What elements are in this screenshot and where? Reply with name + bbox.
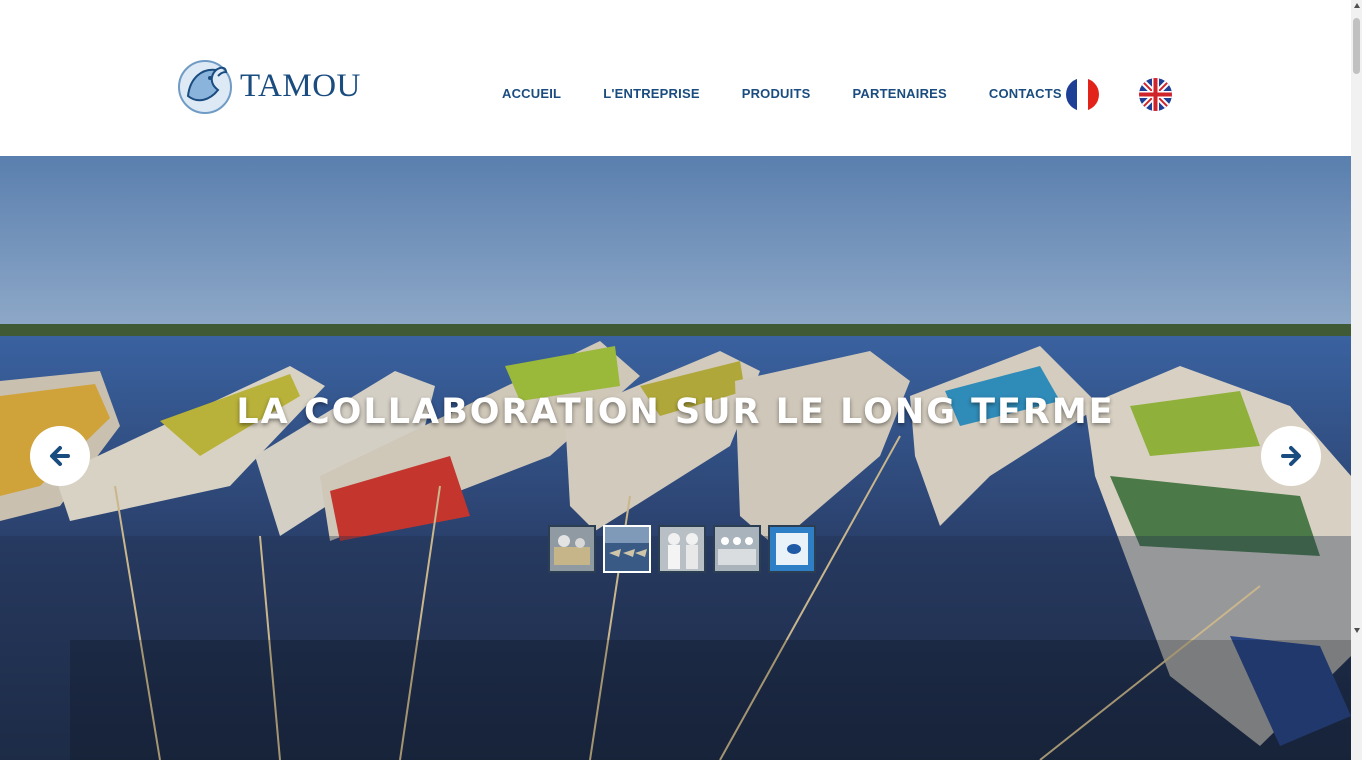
next-slide-button[interactable]	[1261, 426, 1321, 486]
thumbnail-1[interactable]	[548, 525, 596, 573]
prev-slide-button[interactable]	[30, 426, 90, 486]
fish-logo-icon	[178, 60, 232, 114]
main-nav: ACCUEIL L'ENTREPRISE PRODUITS PARTENAIRE…	[502, 86, 1104, 101]
thumbnail-strip-background	[70, 640, 1351, 760]
hero-slider: LA COLLABORATION SUR LE LONG TERME	[0, 156, 1351, 760]
uk-flag-icon[interactable]	[1139, 78, 1172, 111]
nav-item-accueil[interactable]: ACCUEIL	[502, 86, 561, 101]
arrow-right-icon	[1281, 446, 1301, 466]
nav-item-contacts[interactable]: CONTACTS	[989, 86, 1062, 101]
brand-logo[interactable]: TAMOU	[176, 56, 361, 118]
slide-thumbnails	[548, 525, 823, 573]
nav-item-partenaires[interactable]: PARTENAIRES	[852, 86, 946, 101]
nav-item-entreprise[interactable]: L'ENTREPRISE	[603, 86, 700, 101]
thumbnail-4[interactable]	[713, 525, 761, 573]
brand-name: TAMOU	[240, 67, 361, 104]
scroll-up-icon[interactable]	[1354, 3, 1360, 8]
thumbnail-5[interactable]	[768, 525, 816, 573]
nav-item-produits[interactable]: PRODUITS	[742, 86, 811, 101]
arrow-left-icon	[50, 446, 70, 466]
scrollbar-thumb[interactable]	[1353, 18, 1360, 74]
site-header: TAMOU ACCUEIL L'ENTREPRISE PRODUITS PART…	[0, 0, 1351, 156]
thumbnail-3[interactable]	[658, 525, 706, 573]
page-scrollbar[interactable]	[1351, 0, 1362, 760]
scroll-down-icon[interactable]	[1354, 628, 1360, 633]
thumbnail-2[interactable]	[603, 525, 651, 573]
slide-headline: LA COLLABORATION SUR LE LONG TERME	[236, 392, 1115, 432]
french-flag-icon[interactable]	[1066, 78, 1099, 111]
